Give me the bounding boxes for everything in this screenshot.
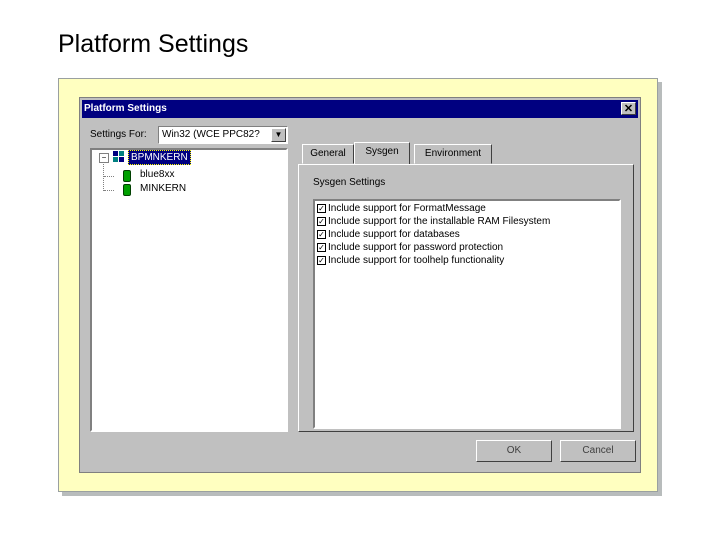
option-formatmessage[interactable]: ✓ Include support for FormatMessage [317,203,486,216]
sysgen-settings-label: Sysgen Settings [313,177,386,188]
checkbox-icon[interactable]: ✓ [317,242,326,252]
dialog-titlebar[interactable]: Platform Settings ✕ [82,100,638,118]
platform-settings-dialog: Platform Settings ✕ Settings For: Win32 … [79,97,641,473]
project-icon [123,170,131,182]
tree-item-root[interactable]: BPMNKERN [128,150,191,165]
option-label: Include support for databases [328,229,460,240]
slide-frame: Platform Settings ✕ Settings For: Win32 … [58,78,658,492]
tree-item-blue8xx[interactable]: blue8xx [140,169,174,180]
checkbox-icon[interactable]: ✓ [317,216,326,226]
settings-for-label: Settings For: [90,129,147,140]
checkbox-icon[interactable]: ✓ [317,229,326,239]
workspace-icon [113,151,124,162]
option-toolhelp[interactable]: ✓ Include support for toolhelp functional… [317,255,504,268]
option-label: Include support for the installable RAM … [328,216,551,227]
chevron-down-icon[interactable]: ▼ [271,128,286,142]
project-icon [123,184,131,196]
option-label: Include support for toolhelp functionali… [328,255,505,266]
option-databases[interactable]: ✓ Include support for databases [317,229,460,242]
checkbox-icon[interactable]: ✓ [317,203,326,213]
close-icon[interactable]: ✕ [621,102,636,115]
tree-item-minkern[interactable]: MINKERN [140,183,186,194]
option-label: Include support for password protection [328,242,504,253]
tree-connector [104,176,114,177]
option-password-protection[interactable]: ✓ Include support for password protection [317,242,503,255]
settings-for-value: Win32 (WCE PPC82? [162,129,260,140]
project-tree[interactable]: − BPMNKERN blue8xx MINKERN [90,148,288,432]
checkbox-icon[interactable]: ✓ [317,255,326,265]
option-ram-filesystem[interactable]: ✓ Include support for the installable RAM… [317,216,550,229]
sysgen-tab-panel: Sysgen Settings ✓ Include support for For… [298,164,634,432]
sysgen-options-list[interactable]: ✓ Include support for FormatMessage ✓ Incl… [313,199,621,429]
tree-collapse-icon[interactable]: − [99,153,109,163]
slide-title: Platform Settings [58,30,249,58]
dialog-title: Platform Settings [84,103,167,114]
tab-general[interactable]: General [302,144,354,164]
ok-button[interactable]: OK [476,440,552,462]
option-label: Include support for FormatMessage [328,203,486,214]
tab-environment[interactable]: Environment [414,144,492,164]
settings-for-dropdown[interactable]: Win32 (WCE PPC82? ▼ [158,126,288,144]
cancel-button[interactable]: Cancel [560,440,636,462]
tab-sysgen[interactable]: Sysgen [354,142,410,164]
tree-connector [104,190,114,191]
